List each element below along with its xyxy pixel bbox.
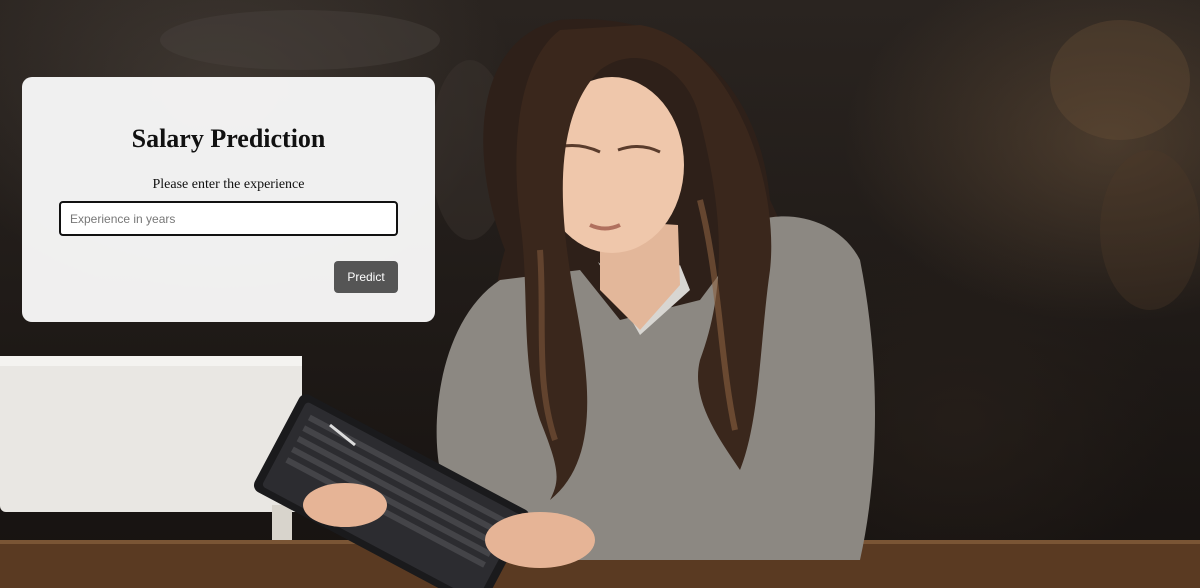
predict-button[interactable]: Predict — [334, 261, 398, 293]
experience-input[interactable] — [59, 201, 398, 236]
salary-form-card: Salary Prediction Please enter the exper… — [22, 77, 435, 322]
experience-label: Please enter the experience — [152, 177, 305, 192]
page-title: Salary Prediction — [131, 124, 326, 153]
